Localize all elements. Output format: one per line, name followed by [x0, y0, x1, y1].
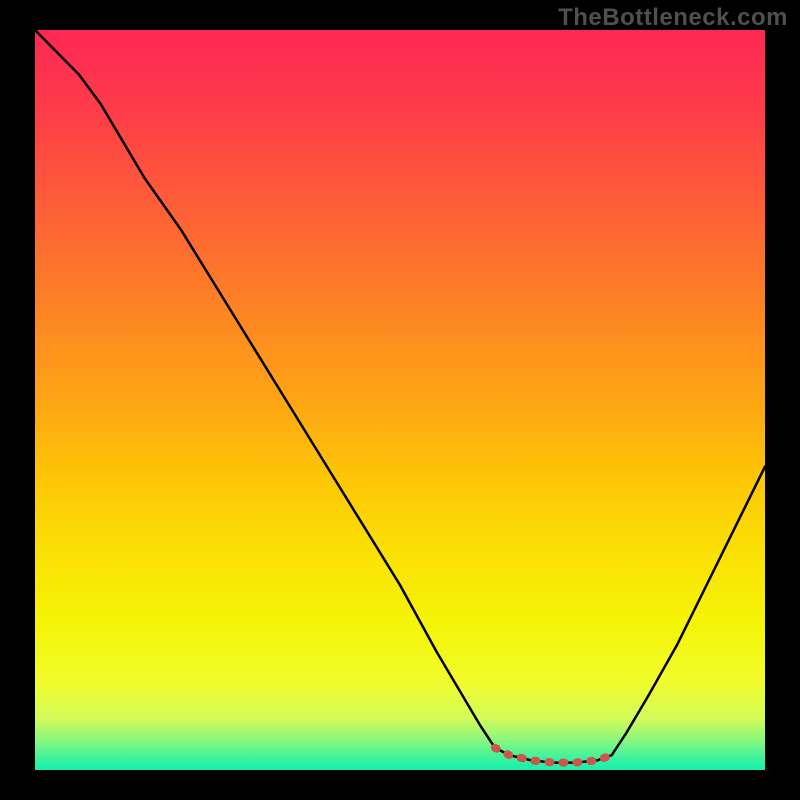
- plot-background: [35, 30, 765, 770]
- chart-svg: [0, 0, 800, 800]
- chart-stage: TheBottleneck.com: [0, 0, 800, 800]
